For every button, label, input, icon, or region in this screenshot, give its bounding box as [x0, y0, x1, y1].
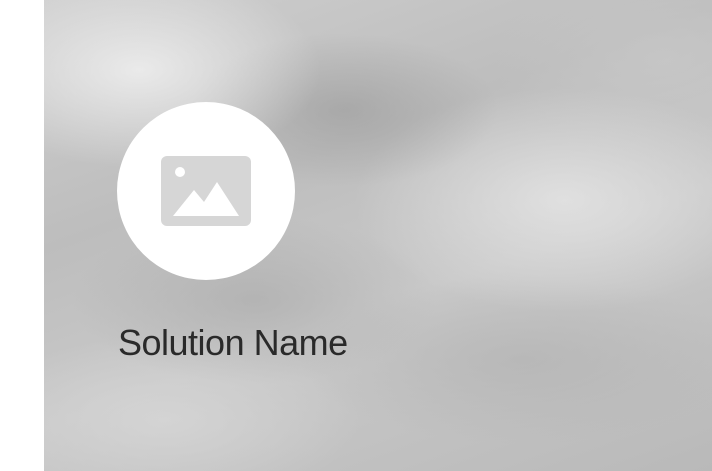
- image-placeholder-icon: [161, 156, 251, 226]
- solution-avatar: [117, 102, 295, 280]
- solution-title: Solution Name: [118, 322, 348, 363]
- solution-card[interactable]: Solution Name: [44, 0, 712, 471]
